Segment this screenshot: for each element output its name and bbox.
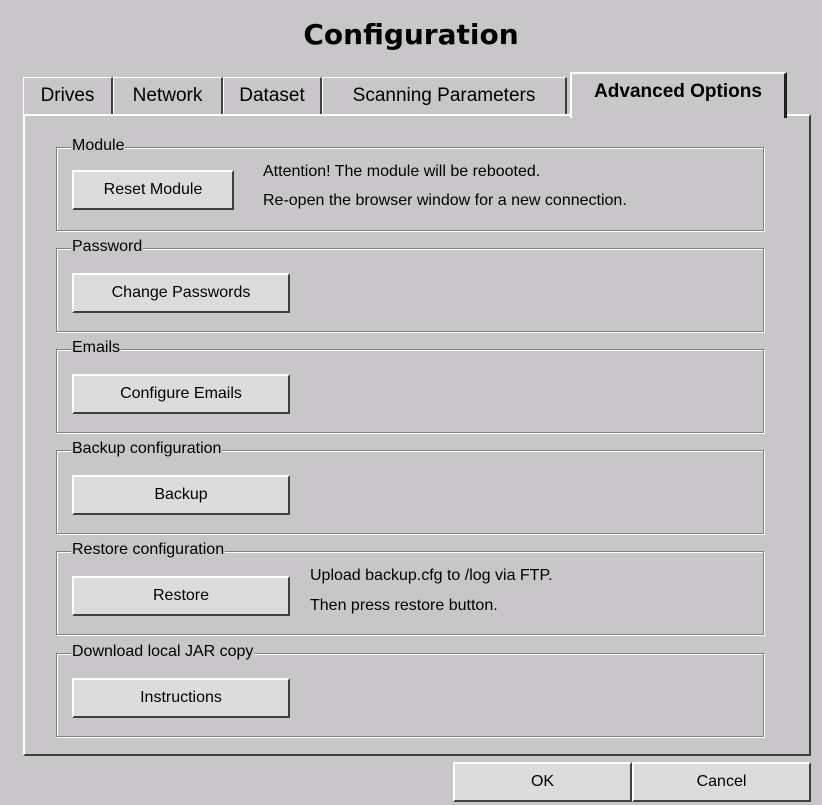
module-group: Module Reset Module Attention! The modul…: [56, 136, 764, 231]
tab-dataset[interactable]: Dataset: [223, 77, 322, 115]
advanced-options-panel: Module Reset Module Attention! The modul…: [23, 114, 811, 756]
module-note-line2: Re-open the browser window for a new con…: [263, 192, 627, 209]
emails-group: Emails Configure Emails: [56, 338, 764, 433]
download-jar-group: Download local JAR copy Instructions: [56, 642, 764, 737]
backup-group: Backup configuration Backup: [56, 439, 764, 534]
download-jar-group-label: Download local JAR copy: [71, 642, 255, 662]
restore-note-line2: Then press restore button.: [310, 597, 498, 614]
cancel-button[interactable]: Cancel: [632, 762, 811, 802]
restore-button[interactable]: Restore: [72, 576, 290, 616]
tab-advanced-options[interactable]: Advanced Options: [570, 72, 787, 118]
password-group-label: Password: [71, 237, 144, 257]
password-group: Password Change Passwords: [56, 237, 764, 332]
ok-button[interactable]: OK: [453, 762, 632, 802]
backup-button[interactable]: Backup: [72, 475, 290, 515]
tab-network[interactable]: Network: [113, 77, 223, 115]
reset-module-button[interactable]: Reset Module: [72, 170, 234, 210]
tab-scanning-parameters[interactable]: Scanning Parameters: [322, 77, 567, 115]
emails-group-label: Emails: [71, 338, 122, 358]
tab-drives[interactable]: Drives: [23, 77, 113, 115]
module-note-line1: Attention! The module will be rebooted.: [263, 163, 541, 180]
restore-group-label: Restore configuration: [71, 540, 226, 560]
backup-group-label: Backup configuration: [71, 439, 223, 459]
instructions-button[interactable]: Instructions: [72, 678, 290, 718]
module-group-label: Module: [71, 136, 126, 156]
configure-emails-button[interactable]: Configure Emails: [72, 374, 290, 414]
change-passwords-button[interactable]: Change Passwords: [72, 273, 290, 313]
dialog-title: Configuration: [303, 18, 519, 51]
restore-group: Restore configuration Restore Upload bac…: [56, 540, 764, 635]
restore-note-line1: Upload backup.cfg to /log via FTP.: [310, 567, 553, 584]
